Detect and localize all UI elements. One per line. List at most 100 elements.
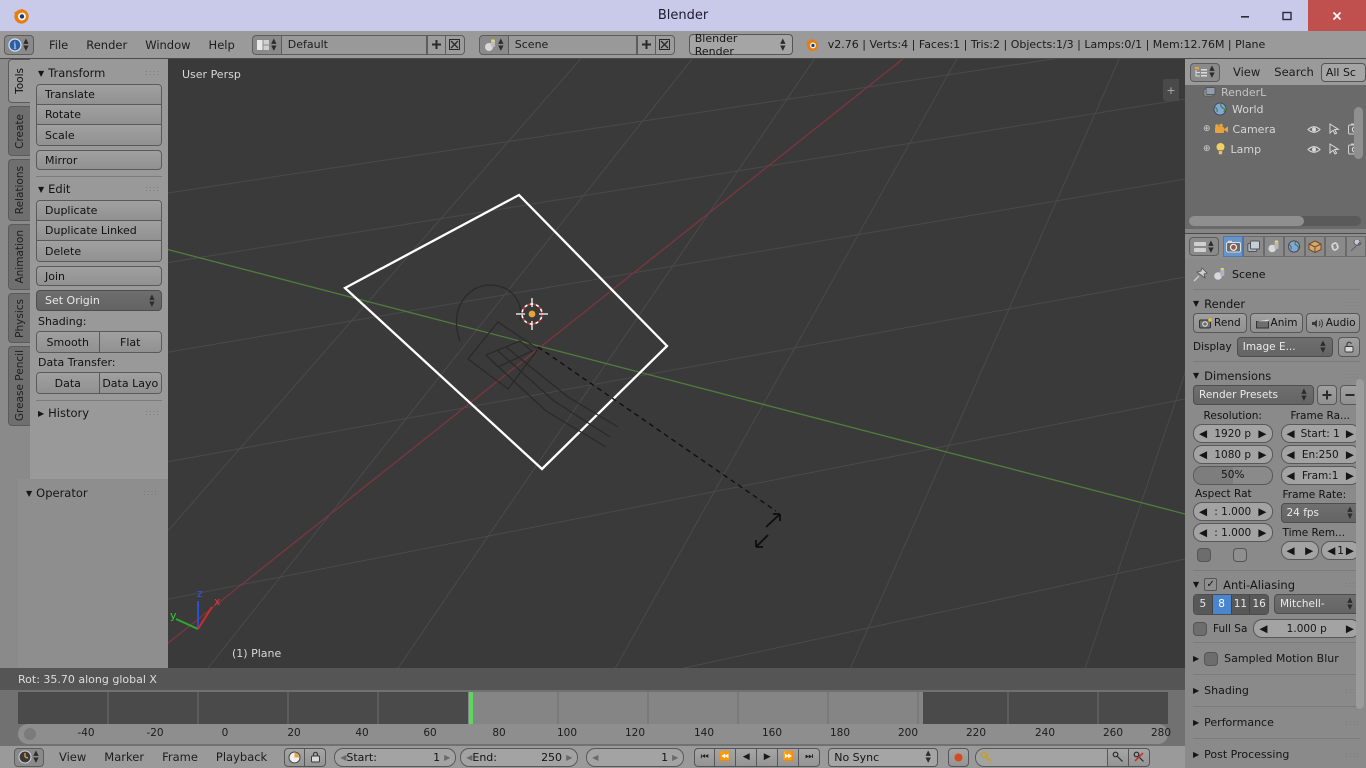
minimize-button[interactable] xyxy=(1224,0,1266,31)
outliner-tree[interactable]: RenderL World ⊕ Camera ⊕ Lamp xyxy=(1185,85,1366,229)
rotate-button[interactable]: Rotate xyxy=(37,105,161,125)
transform-panel-header[interactable]: ▼ Transform :::: xyxy=(36,65,162,84)
screen-layout-name[interactable]: Default xyxy=(281,34,427,55)
render-presets-dropdown[interactable]: Render Presets ▲ ▼ xyxy=(1193,385,1314,405)
prev-keyframe-button[interactable]: ⏪ xyxy=(715,747,737,767)
resolution-percentage-slider[interactable]: 50% xyxy=(1193,466,1273,485)
duplicate-linked-button[interactable]: Duplicate Linked xyxy=(37,221,161,241)
aspect-y-field[interactable]: ◀ : 1.000 ▶ xyxy=(1193,523,1273,542)
frame-end-prop-field[interactable]: ◀ En:250 ▶ xyxy=(1280,445,1360,464)
translate-button[interactable]: Translate xyxy=(37,85,161,105)
outliner-row-world[interactable]: World xyxy=(1185,99,1366,119)
render-engine-selector[interactable]: Blender Render ▲ ▼ xyxy=(688,32,793,58)
outliner-menu-search[interactable]: Search xyxy=(1267,63,1321,82)
aspect-x-field[interactable]: ◀ : 1.000 ▶ xyxy=(1193,502,1273,521)
display-mode-dropdown[interactable]: Image E... ▲ ▼ xyxy=(1236,337,1333,357)
next-keyframe-button[interactable]: ⏩ xyxy=(778,747,800,767)
timeline-scale[interactable]: -40 -20 0 20 40 60 80 100 120 140 160 18… xyxy=(18,724,1171,744)
outliner-row-lamp[interactable]: ⊕ Lamp xyxy=(1185,139,1366,159)
add-scene-button[interactable] xyxy=(636,34,656,55)
properties-vertical-scrollbar[interactable] xyxy=(1356,379,1364,709)
editor-type-selector-outliner[interactable]: ▲ ▼ xyxy=(1190,62,1220,82)
tab-modifiers[interactable] xyxy=(1345,236,1366,257)
delete-keyframe-button[interactable] xyxy=(1129,747,1151,767)
flat-shading-button[interactable]: Flat xyxy=(99,332,161,352)
auto-keyframe-button[interactable] xyxy=(284,747,306,767)
add-screen-layout-button[interactable] xyxy=(426,34,446,55)
delete-screen-layout-button[interactable] xyxy=(445,34,465,55)
sync-mode-dropdown[interactable]: No Sync ▲ ▼ xyxy=(828,747,939,767)
aa-sample-5[interactable]: 5 xyxy=(1194,595,1213,614)
maximize-button[interactable] xyxy=(1266,0,1308,31)
eye-icon[interactable] xyxy=(1307,144,1321,155)
close-button[interactable] xyxy=(1308,0,1366,31)
smooth-shading-button[interactable]: Smooth xyxy=(37,332,100,352)
tab-render-layers[interactable] xyxy=(1243,236,1264,257)
scene-icon-button[interactable]: ▲ ▼ xyxy=(478,34,509,55)
tab-object[interactable] xyxy=(1304,236,1326,257)
antialiasing-panel-header[interactable]: ▼ ✓ Anti-Aliasing :::: xyxy=(1193,575,1360,594)
expand-plus-icon[interactable]: ⊕ xyxy=(1203,124,1211,134)
outliner-display-mode[interactable]: All Sc xyxy=(1320,62,1366,82)
lock-time-button[interactable] xyxy=(305,747,327,767)
tab-tools[interactable]: Tools xyxy=(8,59,30,103)
toolshelf-expand-icon[interactable]: + xyxy=(1163,79,1179,101)
dimensions-panel-header[interactable]: ▼ Dimensions :::: xyxy=(1193,366,1360,385)
history-panel-header[interactable]: ▶ History :::: xyxy=(36,405,162,424)
editor-type-selector-timeline[interactable]: ▲ ▼ xyxy=(14,747,44,767)
mirror-button[interactable]: Mirror xyxy=(36,150,162,170)
tab-world[interactable] xyxy=(1284,236,1305,257)
render-panel-header[interactable]: ▼ Render :::: xyxy=(1193,294,1360,313)
3d-viewport[interactable]: z y x User Persp (1) Plane + xyxy=(168,59,1185,668)
panel-sampled-motion-blur[interactable]: ▶ Sampled Motion Blur xyxy=(1193,647,1360,670)
panel-post-processing[interactable]: ▶ Post Processing :::: xyxy=(1193,743,1360,766)
jump-end-button[interactable]: ⏭ xyxy=(799,747,821,767)
data-layout-button[interactable]: Data Layo xyxy=(99,373,161,393)
set-origin-dropdown[interactable]: Set Origin ▲ ▼ xyxy=(36,290,162,311)
add-preset-button[interactable] xyxy=(1317,385,1337,405)
crop-checkbox[interactable] xyxy=(1233,548,1247,562)
insert-keyframe-button[interactable] xyxy=(1108,747,1130,767)
render-image-button[interactable]: Rend xyxy=(1193,313,1247,333)
tab-relations[interactable]: Relations xyxy=(8,159,30,221)
frame-start-prop-field[interactable]: ◀ Start: 1 ▶ xyxy=(1280,424,1360,443)
render-animation-button[interactable]: Anim xyxy=(1249,313,1304,333)
outliner-row-camera[interactable]: ⊕ Camera xyxy=(1185,119,1366,139)
time-remap-old-field[interactable]: ◀ ▶ xyxy=(1280,541,1320,560)
aa-sample-16[interactable]: 16 xyxy=(1250,595,1268,614)
delete-scene-button[interactable] xyxy=(655,34,675,55)
menu-window[interactable]: Window xyxy=(136,31,199,59)
resolution-y-field[interactable]: ◀ 1080 p ▶ xyxy=(1193,445,1273,464)
border-checkbox[interactable] xyxy=(1197,548,1211,562)
menu-render[interactable]: Render xyxy=(77,31,136,59)
motion-blur-checkbox[interactable] xyxy=(1204,651,1219,666)
join-button[interactable]: Join xyxy=(36,266,162,286)
frame-step-field[interactable]: ◀ Fram:1 ▶ xyxy=(1280,466,1360,485)
editor-type-selector-properties[interactable]: ▲ ▼ xyxy=(1189,237,1219,256)
timeline-menu-marker[interactable]: Marker xyxy=(95,748,153,767)
aa-filter-dropdown[interactable]: Mitchell- ▲ ▼ xyxy=(1274,594,1360,614)
full-sample-checkbox[interactable] xyxy=(1193,621,1207,636)
operator-panel-header[interactable]: ▼ Operator :::: xyxy=(26,485,160,504)
panel-performance[interactable]: ▶ Performance :::: xyxy=(1193,711,1360,734)
play-button[interactable]: ▶ xyxy=(757,747,779,767)
keying-set-field[interactable] xyxy=(975,747,1109,767)
tab-grease-pencil[interactable]: Grease Pencil xyxy=(8,346,30,426)
outliner-vertical-scrollbar[interactable] xyxy=(1354,107,1363,159)
outliner-row-renderlayer[interactable]: RenderL xyxy=(1185,85,1366,99)
editor-type-selector-info[interactable]: i ▲ ▼ xyxy=(4,34,34,55)
tab-render[interactable] xyxy=(1223,236,1244,257)
time-remap-new-field[interactable]: ◀ 1 ▶ xyxy=(1321,541,1360,560)
record-button[interactable] xyxy=(948,747,970,767)
frame-end-field[interactable]: ◀ End: 250 ▶ xyxy=(460,747,579,767)
antialiasing-checkbox[interactable]: ✓ xyxy=(1204,578,1218,591)
frame-rate-dropdown[interactable]: 24 fps ▲ ▼ xyxy=(1280,503,1360,523)
tab-scene[interactable] xyxy=(1263,236,1285,257)
timeline-menu-playback[interactable]: Playback xyxy=(207,748,276,767)
lock-interface-button[interactable] xyxy=(1338,337,1360,357)
delete-button[interactable]: Delete xyxy=(37,241,161,261)
scale-button[interactable]: Scale xyxy=(37,125,161,145)
frame-start-field[interactable]: ◀ Start: 1 ▶ xyxy=(334,747,457,767)
timeline-menu-frame[interactable]: Frame xyxy=(153,748,207,767)
outliner-menu-view[interactable]: View xyxy=(1226,63,1267,82)
